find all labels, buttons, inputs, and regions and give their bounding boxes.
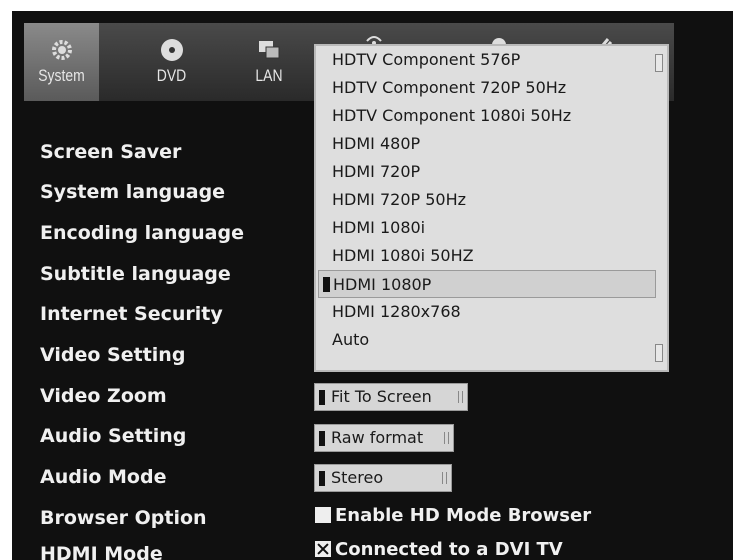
dropdown-option[interactable]: HDMI 1280x768 <box>332 298 461 326</box>
audio-mode-select[interactable]: Stereo <box>314 464 452 492</box>
scroll-up-thumb[interactable] <box>655 54 663 72</box>
setting-encoding-language[interactable]: Encoding language <box>40 222 244 244</box>
video-setting-dropdown[interactable]: HDTV Component 576P HDTV Component 720P … <box>314 44 669 372</box>
dropdown-option[interactable]: HDTV Component 720P 50Hz <box>332 74 566 102</box>
tab-system-label: System <box>38 66 85 85</box>
select-handle-icon <box>458 391 463 403</box>
setting-system-language[interactable]: System language <box>40 181 225 203</box>
setting-screen-saver[interactable]: Screen Saver <box>40 141 181 163</box>
dropdown-option[interactable]: Auto <box>332 326 369 354</box>
hdmi-mode-row[interactable]: Connected to a DVI TV <box>315 539 563 560</box>
tab-system[interactable]: System <box>24 23 99 101</box>
dropdown-option[interactable]: HDTV Component 576P <box>332 46 520 74</box>
browser-option-row[interactable]: Enable HD Mode Browser <box>315 505 591 526</box>
selection-marker <box>323 277 330 292</box>
selection-marker <box>319 390 325 405</box>
tab-lan-label: LAN <box>255 66 283 85</box>
audio-mode-value: Stereo <box>331 468 384 487</box>
selection-marker <box>319 431 325 446</box>
dropdown-option-selected-label: HDMI 1080P <box>333 275 432 294</box>
dropdown-option[interactable]: HDMI 1080i 50HZ <box>332 242 474 270</box>
dropdown-option-selected[interactable]: HDMI 1080P <box>318 270 656 298</box>
tab-lan[interactable]: LAN <box>239 23 299 101</box>
browser-option-checkbox[interactable] <box>315 507 331 523</box>
select-handle-icon <box>444 432 449 444</box>
setting-hdmi-mode[interactable]: HDMI Mode <box>40 543 163 560</box>
audio-setting-select[interactable]: Raw format <box>314 424 454 452</box>
dropdown-option[interactable]: HDMI 720P <box>332 158 420 186</box>
hdmi-mode-checkbox[interactable] <box>315 541 331 557</box>
scroll-down-thumb[interactable] <box>655 344 663 362</box>
dropdown-scrollbar[interactable] <box>655 50 663 366</box>
setting-video-setting[interactable]: Video Setting <box>40 344 185 366</box>
dropdown-option[interactable]: HDTV Component 1080i 50Hz <box>332 102 571 130</box>
setting-internet-security[interactable]: Internet Security <box>40 303 223 325</box>
video-zoom-value: Fit To Screen <box>331 387 432 406</box>
dropdown-option[interactable]: HDMI 480P <box>332 130 420 158</box>
tab-dvd[interactable]: DVD <box>134 23 209 101</box>
tab-dvd-label: DVD <box>156 66 187 85</box>
dropdown-option[interactable]: HDMI 720P 50Hz <box>332 186 466 214</box>
browser-option-label: Enable HD Mode Browser <box>335 505 592 526</box>
selection-marker <box>319 471 325 486</box>
setting-video-zoom[interactable]: Video Zoom <box>40 385 167 407</box>
disc-icon <box>160 39 183 61</box>
audio-setting-value: Raw format <box>331 428 424 447</box>
setting-audio-mode[interactable]: Audio Mode <box>40 466 166 488</box>
network-icon <box>259 41 280 59</box>
dropdown-option[interactable]: HDMI 1080i <box>332 214 425 242</box>
setting-subtitle-language[interactable]: Subtitle language <box>40 263 231 285</box>
setting-browser-option[interactable]: Browser Option <box>40 507 207 529</box>
video-zoom-select[interactable]: Fit To Screen <box>314 383 468 411</box>
gear-icon <box>51 40 72 60</box>
tv-screen: System DVD LAN Screen Saver System langu… <box>12 11 733 560</box>
select-handle-icon <box>442 472 447 484</box>
hdmi-mode-label: Connected to a DVI TV <box>335 539 563 560</box>
setting-audio-setting[interactable]: Audio Setting <box>40 425 186 447</box>
